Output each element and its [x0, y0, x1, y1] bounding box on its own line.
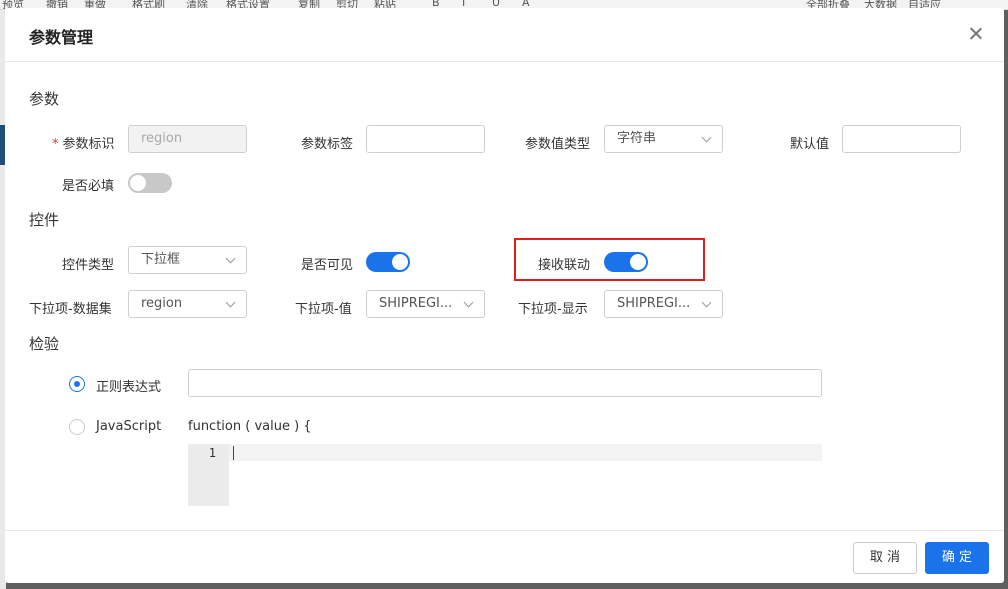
option-display-select[interactable]: SHIPREGI... — [604, 290, 723, 318]
code-gutter: 1 — [188, 444, 229, 506]
linkage-toggle[interactable] — [604, 252, 648, 272]
chevron-down-icon — [463, 297, 474, 308]
default-value-input[interactable] — [842, 125, 961, 153]
parameter-management-dialog: 参数管理 参数 * 参数标识 region 参数标签 参数值类型 字符串 默认值 … — [5, 8, 1004, 583]
param-tag-label: 参数标签 — [301, 137, 354, 152]
option-value-select[interactable]: SHIPREGI... — [366, 290, 485, 318]
close-icon[interactable] — [966, 24, 986, 44]
required-toggle[interactable] — [128, 173, 172, 193]
dataset-select[interactable]: region — [128, 290, 247, 318]
chevron-down-icon — [701, 297, 712, 308]
section-title-params: 参数 — [29, 90, 60, 108]
regex-radio[interactable] — [69, 376, 85, 392]
section-title-widget: 控件 — [29, 211, 60, 229]
chevron-down-icon — [701, 132, 712, 143]
code-editor[interactable]: 1 — [188, 444, 822, 506]
toggle-knob — [392, 254, 408, 270]
option-value-label: 下拉项-值 — [295, 302, 352, 317]
text-cursor — [233, 446, 234, 460]
visible-toggle[interactable] — [366, 252, 410, 272]
option-display-value: SHIPREGI... — [617, 296, 691, 311]
param-type-select[interactable]: 字符串 — [604, 125, 723, 153]
option-display-label: 下拉项-显示 — [518, 302, 588, 317]
dialog-title: 参数管理 — [29, 28, 94, 47]
toggle-knob — [630, 254, 646, 270]
required-asterisk: * — [52, 137, 59, 152]
function-signature: function ( value ) { — [188, 419, 312, 434]
dialog-body: 参数 * 参数标识 region 参数标签 参数值类型 字符串 默认值 是否必填 … — [5, 63, 1004, 530]
confirm-button[interactable]: 确 定 — [925, 542, 989, 574]
dataset-value: region — [141, 296, 183, 311]
visible-label: 是否可见 — [301, 258, 354, 273]
linkage-label: 接收联动 — [538, 258, 591, 273]
regex-input[interactable] — [188, 369, 822, 397]
dialog-header: 参数管理 — [5, 8, 1004, 62]
dialog-footer: 取 消 确 定 — [5, 530, 1004, 583]
javascript-label: JavaScript — [96, 419, 162, 434]
cancel-button[interactable]: 取 消 — [853, 542, 917, 574]
param-id-label: * 参数标识 — [52, 133, 115, 152]
chevron-down-icon — [225, 253, 236, 264]
param-id-label-text: 参数标识 — [62, 137, 115, 152]
widget-type-select[interactable]: 下拉框 — [128, 246, 247, 274]
chevron-down-icon — [225, 297, 236, 308]
widget-type-value: 下拉框 — [141, 252, 181, 267]
param-type-label: 参数值类型 — [525, 137, 591, 152]
toggle-knob — [130, 175, 146, 191]
param-type-value: 字符串 — [617, 131, 657, 146]
param-id-input: region — [128, 125, 247, 153]
section-title-validation: 检验 — [29, 335, 60, 353]
widget-type-label: 控件类型 — [62, 258, 115, 273]
option-value-value: SHIPREGI... — [379, 296, 453, 311]
line-number: 1 — [208, 446, 216, 460]
javascript-radio[interactable] — [69, 419, 85, 435]
param-tag-input[interactable] — [366, 125, 485, 153]
active-line — [229, 444, 822, 461]
dataset-label: 下拉项-数据集 — [29, 302, 112, 317]
default-value-label: 默认值 — [790, 137, 830, 152]
required-label: 是否必填 — [62, 179, 115, 194]
regex-label: 正则表达式 — [96, 380, 162, 395]
